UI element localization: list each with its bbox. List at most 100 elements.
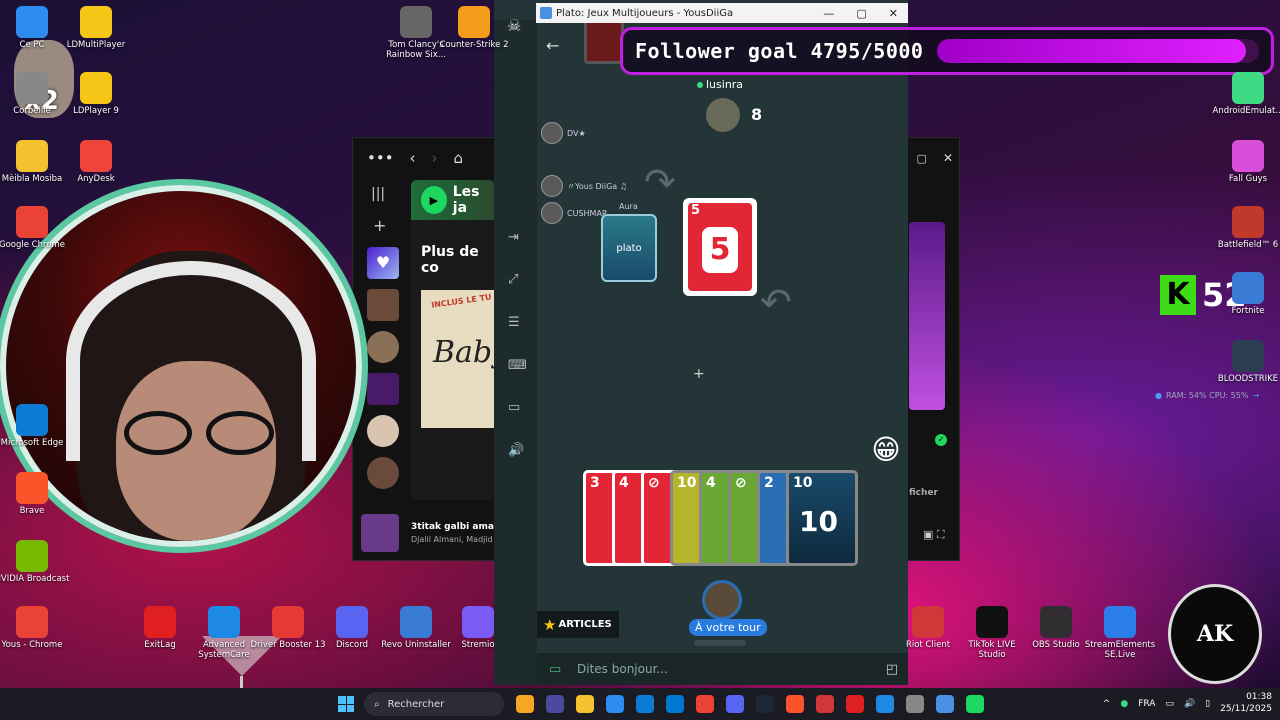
playlist-thumb[interactable] (367, 331, 399, 363)
desktop-shortcut[interactable]: Yous - Chrome (0, 606, 70, 651)
playlist-thumb[interactable] (367, 289, 399, 321)
back-icon[interactable]: ‹ (410, 149, 416, 167)
now-playing-cover (361, 514, 399, 552)
player-avatar[interactable] (702, 580, 742, 620)
exit-icon[interactable]: ⇥ (508, 230, 519, 245)
player-entry[interactable]: 〃Yous DiiGa ♫ (541, 175, 627, 197)
desktop-shortcut[interactable]: StreamElements SE.Live (1082, 606, 1158, 661)
taskbar-app-icon[interactable] (636, 695, 654, 713)
start-icon[interactable] (338, 696, 354, 712)
playlist-thumb[interactable] (367, 373, 399, 405)
taskbar-app-icon[interactable] (546, 695, 564, 713)
mic-tray-icon[interactable]: ● (1120, 699, 1128, 709)
tray: ^ ● FRA ▭ 🔊 ▯ 01:38 25/11/2025 (1103, 692, 1280, 715)
network-icon[interactable]: ▭ (1165, 699, 1174, 709)
desktop-shortcut[interactable]: LDMultiPlayer (58, 6, 134, 51)
label-icon[interactable]: ▭ (508, 400, 520, 415)
app-icon (80, 140, 112, 172)
spotify-footer-label[interactable]: ficher (909, 488, 938, 498)
chat-input[interactable]: ▭ Dites bonjour... ◰ (537, 653, 908, 685)
desktop-shortcut[interactable]: BLOODSTRIKE (1210, 340, 1280, 385)
playlist-thumb[interactable] (367, 457, 399, 489)
keyboard-icon[interactable]: ⌨ (508, 358, 527, 373)
taskbar-app-icon[interactable] (666, 695, 684, 713)
taskbar-app-icon[interactable] (966, 695, 984, 713)
settings-sliders-icon[interactable]: ☰ (508, 315, 520, 330)
date: 25/11/2025 (1220, 704, 1272, 714)
taskbar-app-icon[interactable] (816, 695, 834, 713)
chevron-up-icon[interactable]: ^ (1103, 699, 1111, 709)
desktop-shortcut[interactable]: Microsoft Edge (0, 404, 70, 449)
opponent-card-count: 8 (751, 105, 763, 124)
taskbar-app-icon[interactable] (786, 695, 804, 713)
sound-icon[interactable]: 🔊 (508, 443, 524, 458)
spotify-right-panel (909, 222, 945, 410)
taskbar-app-icon[interactable] (756, 695, 774, 713)
taskbar-search[interactable]: ⌕ Rechercher (364, 692, 504, 716)
play-icon[interactable]: ▶ (421, 186, 447, 214)
desktop-shortcut[interactable]: Fall Guys (1210, 140, 1280, 185)
desktop-shortcut[interactable]: Fortnite (1210, 272, 1280, 317)
emoji-reaction[interactable]: 😁 (868, 432, 904, 468)
player-entry[interactable]: Aura (619, 202, 638, 211)
articles-button[interactable]: ★ ARTICLES (537, 611, 619, 638)
album-card[interactable]: INCLUS LE TU Baby (421, 290, 495, 428)
sticker-icon[interactable]: ◰ (886, 662, 898, 677)
player-entry[interactable]: DV★ (541, 122, 586, 144)
library-icon[interactable]: ||| (371, 186, 405, 202)
forward-icon[interactable]: › (432, 149, 438, 167)
app-icon (458, 6, 490, 38)
expand-icon[interactable]: ⤢ (508, 272, 518, 287)
taskbar-app-icon[interactable] (606, 695, 624, 713)
plato-window-title: Plato: Jeux Multijoueurs - YousDiiGa (556, 7, 734, 19)
back-arrow-icon[interactable]: ← (546, 36, 559, 55)
desktop-shortcut[interactable]: Battlefield™ 6 (1210, 206, 1280, 251)
lang-label[interactable]: FRA (1138, 699, 1155, 709)
taskbar-app-icon[interactable] (936, 695, 954, 713)
hand-card[interactable]: 10 10 (786, 470, 858, 566)
arrow-icon: → (1252, 390, 1260, 400)
taskbar-app-icon[interactable] (876, 695, 894, 713)
desktop-shortcut[interactable]: Counter-Strike 2 (436, 6, 512, 51)
mic-icon: ● (1155, 390, 1162, 400)
opponent-avatar[interactable] (706, 98, 740, 132)
more-icon[interactable]: ••• (367, 149, 394, 167)
desktop-shortcut[interactable]: Brave (0, 472, 70, 517)
draw-deck[interactable]: plato (601, 214, 657, 282)
liked-songs-icon[interactable]: ♥ (367, 247, 399, 279)
search-icon: ⌕ (374, 698, 380, 710)
taskbar-app-icon[interactable] (516, 695, 534, 713)
taskbar-app-icon[interactable] (576, 695, 594, 713)
taskbar-app-icon[interactable] (726, 695, 744, 713)
track-artist[interactable]: Djalil Almani, Madjid l'in (411, 535, 501, 544)
volume-icon[interactable]: 🔊 (1184, 699, 1195, 709)
player-entry[interactable]: CUSHMAR (541, 202, 607, 224)
home-icon[interactable]: ⌂ (454, 149, 464, 167)
app-icon (1104, 606, 1136, 638)
add-icon[interactable]: + (373, 216, 405, 235)
close-icon[interactable]: ✕ (889, 7, 898, 20)
discard-face: 5 5 (688, 203, 752, 291)
follower-progress-bar (937, 39, 1260, 63)
desktop-shortcut[interactable]: LDPlayer 9 (58, 72, 134, 117)
taskbar-app-icon[interactable] (846, 695, 864, 713)
fullscreen-icon[interactable]: ▣ ⛶ (923, 528, 945, 542)
desktop-shortcut[interactable]: AndroidEmulat... (1210, 72, 1280, 117)
app-icon (400, 606, 432, 638)
window-maximize-icon[interactable]: ▢ (917, 152, 927, 165)
shortcut-label: NVIDIA Broadcast (0, 574, 70, 584)
window-close-icon[interactable]: ✕ (943, 151, 953, 165)
maximize-icon[interactable]: ▢ (856, 7, 866, 20)
desktop-shortcut[interactable]: AnyDesk (58, 140, 134, 185)
desktop-shortcut[interactable]: Google Chrome (0, 206, 70, 251)
desktop-shortcut[interactable]: NVIDIA Broadcast (0, 540, 70, 585)
taskbar-app-icon[interactable] (906, 695, 924, 713)
track-title[interactable]: 3titak galbi amana (411, 522, 501, 532)
minimize-icon[interactable]: — (823, 7, 834, 20)
desktop-shortcut[interactable]: Stremio (440, 606, 516, 651)
taskbar-app-icon[interactable] (696, 695, 714, 713)
battery-icon[interactable]: ▯ (1205, 699, 1210, 709)
taskbar-apps (510, 695, 990, 713)
clock[interactable]: 01:38 25/11/2025 (1220, 692, 1272, 715)
playlist-thumb[interactable] (367, 415, 399, 447)
